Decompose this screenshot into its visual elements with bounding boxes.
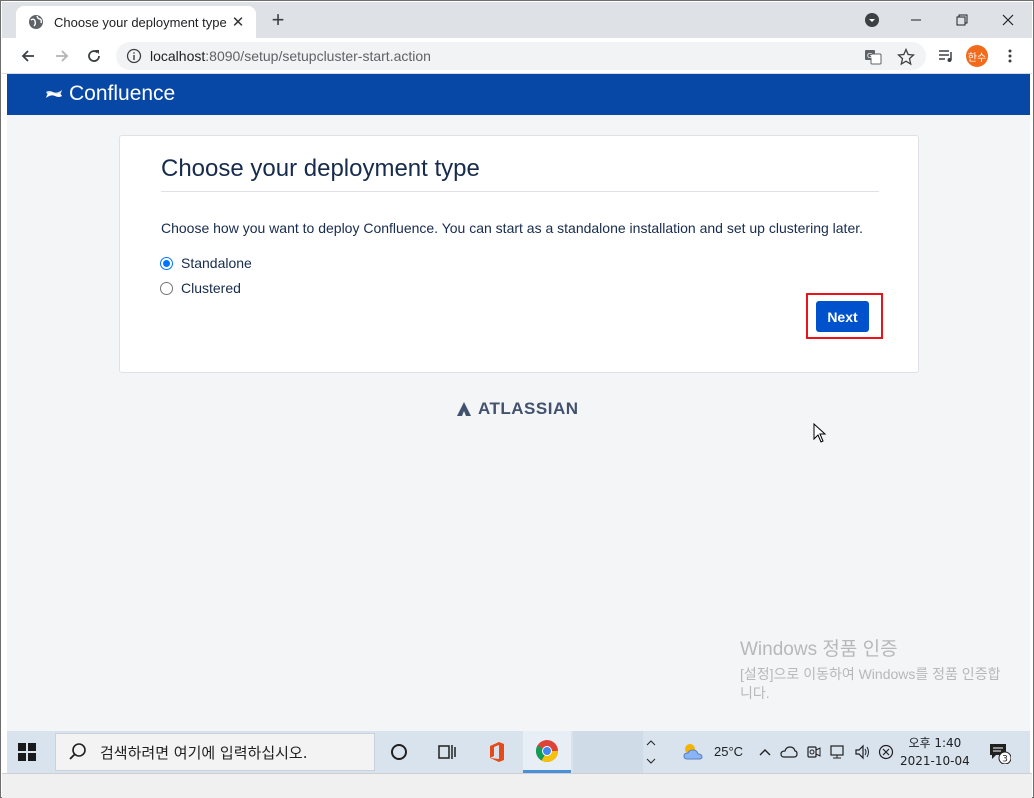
- close-icon[interactable]: [998, 8, 1018, 32]
- windows-start-icon[interactable]: [17, 742, 37, 762]
- taskbar-empty-slot: [573, 731, 643, 773]
- search-icon: [69, 743, 86, 760]
- page-viewport: Confluence Choose your deployment type C…: [7, 74, 1030, 731]
- task-view-icon[interactable]: [435, 740, 459, 764]
- menu-kebab-icon[interactable]: [998, 44, 1022, 68]
- confluence-logo-text: Confluence: [69, 82, 176, 105]
- minimize-icon[interactable]: [906, 8, 926, 32]
- notification-icon[interactable]: 3: [987, 740, 1011, 764]
- chrome-icon: [536, 740, 558, 762]
- browser-window: Choose your deployment type ✕ + localhos…: [0, 0, 1034, 798]
- temperature-text: 25°C: [714, 744, 744, 759]
- restore-icon[interactable]: [952, 8, 972, 32]
- clustered-label: Clustered: [181, 280, 241, 296]
- taskbar-clock[interactable]: 오후 1:40 2021-10-04: [900, 734, 970, 770]
- option-clustered[interactable]: Clustered: [160, 280, 241, 296]
- back-arrow-icon[interactable]: [16, 44, 40, 68]
- option-standalone[interactable]: Standalone: [160, 255, 252, 271]
- atlassian-logo: ATLASSIAN: [456, 399, 579, 419]
- confluence-logo-icon: [46, 90, 62, 98]
- deployment-panel: Choose your deployment type Choose how y…: [119, 135, 919, 373]
- confluence-logo[interactable]: Confluence: [45, 82, 175, 106]
- bookmark-star-icon[interactable]: [897, 48, 915, 66]
- clustered-radio[interactable]: [160, 281, 173, 295]
- tab-close-icon[interactable]: ✕: [230, 13, 246, 31]
- notification-count: 3: [1002, 755, 1008, 765]
- clock-time: 오후 1:40: [908, 736, 962, 750]
- new-tab-button[interactable]: +: [268, 9, 288, 32]
- cortana-icon[interactable]: [387, 740, 411, 764]
- title-divider: [161, 191, 879, 192]
- taskbar-search[interactable]: 검색하려면 여기에 입력하십시오.: [55, 733, 375, 771]
- reload-icon[interactable]: [82, 44, 106, 68]
- meet-now-icon[interactable]: [805, 740, 823, 764]
- browser-tab[interactable]: Choose your deployment type ✕: [16, 6, 256, 38]
- next-button[interactable]: Next: [816, 301, 869, 332]
- tab-title: Choose your deployment type: [54, 14, 227, 30]
- onedrive-icon[interactable]: [780, 740, 798, 764]
- windows-taskbar: 검색하려면 여기에 입력하십시오. 25°C 오후 1:40 2021-10-0…: [7, 731, 1030, 773]
- tab-strip: Choose your deployment type ✕ +: [2, 2, 1032, 38]
- standalone-radio[interactable]: [160, 256, 173, 270]
- chrome-taskbar-button[interactable]: [523, 731, 571, 773]
- confluence-header: Confluence: [7, 74, 1030, 115]
- site-info-icon[interactable]: [126, 48, 142, 64]
- profile-avatar[interactable]: 한수: [966, 45, 988, 67]
- host-status-bar: [2, 773, 1032, 798]
- standalone-label: Standalone: [181, 255, 252, 271]
- network-icon[interactable]: [829, 740, 847, 764]
- tray-chevron-up-icon[interactable]: [757, 740, 773, 764]
- watermark-title: Windows 정품 인증: [740, 639, 898, 660]
- browser-toolbar: localhost:8090/setup/setupcluster-start.…: [2, 38, 1032, 74]
- svg-text:G: G: [867, 52, 872, 60]
- tab-search-icon[interactable]: [862, 8, 882, 32]
- ime-status-icon[interactable]: [877, 740, 895, 764]
- taskbar-scroll-icon[interactable]: [643, 733, 659, 771]
- office-icon[interactable]: [485, 740, 509, 764]
- address-bar[interactable]: localhost:8090/setup/setupcluster-start.…: [116, 42, 926, 70]
- forward-arrow-icon[interactable]: [50, 44, 74, 68]
- watermark-subtitle: [설정]으로 이동하여 Windows를 정품 인증합니다.: [740, 666, 1001, 701]
- translate-icon[interactable]: G: [864, 48, 882, 66]
- weather-icon[interactable]: [681, 740, 705, 764]
- page-title: Choose your deployment type: [161, 155, 480, 182]
- activation-watermark: Windows 정품 인증 [설정]으로 이동하여 Windows를 정품 인증…: [740, 634, 1010, 703]
- clock-date: 2021-10-04: [900, 754, 970, 768]
- search-placeholder: 검색하려면 여기에 입력하십시오.: [100, 743, 308, 762]
- media-control-icon[interactable]: [934, 44, 958, 68]
- atlassian-logo-icon: [457, 402, 471, 416]
- mouse-cursor-icon: [813, 423, 827, 443]
- atlassian-logo-text: ATLASSIAN: [478, 399, 579, 418]
- globe-icon: [29, 15, 43, 29]
- url-text[interactable]: localhost:8090/setup/setupcluster-start.…: [150, 48, 431, 64]
- deployment-description: Choose how you want to deploy Confluence…: [161, 220, 864, 236]
- volume-icon[interactable]: [853, 740, 871, 764]
